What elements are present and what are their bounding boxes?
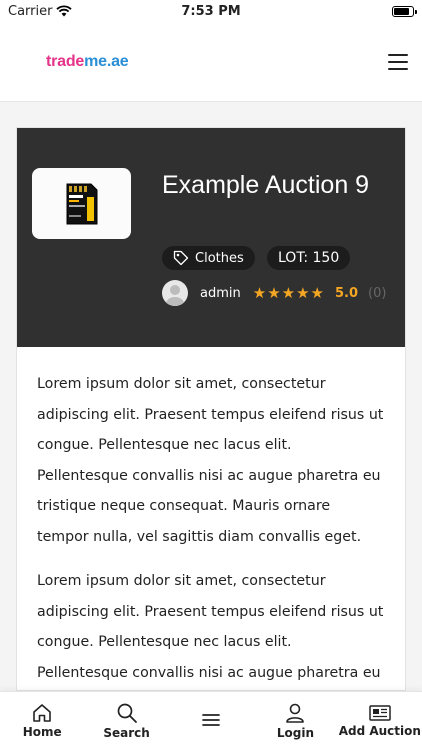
sd-card-icon xyxy=(66,183,97,224)
auction-detail-card: Example Auction 9 Clothes LOT: 150 admin… xyxy=(16,127,406,691)
tag-icon xyxy=(173,250,189,266)
category-chip[interactable]: Clothes xyxy=(162,246,255,270)
app-header: trademe.ae xyxy=(0,22,422,102)
rating-value: 5.0 xyxy=(335,285,359,301)
wifi-icon xyxy=(56,5,73,17)
rating-stars: ★ ★ ★ ★ ★ xyxy=(252,283,324,302)
seller-info[interactable]: admin ★ ★ ★ ★ ★ 5.0 (0) xyxy=(162,280,386,306)
logo-part-me: me.ae xyxy=(84,52,129,70)
description-paragraph: Lorem ipsum dolor sit amet, consectetur … xyxy=(37,376,384,545)
hamburger-line xyxy=(388,53,408,56)
logo-part-trade: trade xyxy=(46,52,85,70)
bottom-navigation: Home Search Login Add Auction xyxy=(0,691,422,750)
auction-hero: Example Auction 9 Clothes LOT: 150 admin… xyxy=(17,128,405,347)
battery-fill xyxy=(394,7,409,15)
nav-home[interactable]: Home xyxy=(0,692,84,750)
nav-login[interactable]: Login xyxy=(253,692,337,750)
star-icon: ★ xyxy=(252,283,267,302)
home-icon xyxy=(33,704,52,722)
user-icon xyxy=(286,703,305,723)
review-count: (0) xyxy=(368,285,387,301)
newspaper-icon xyxy=(369,705,391,721)
nav-home-label: Home xyxy=(22,725,62,739)
nav-add-auction-label: Add Auction xyxy=(338,724,421,738)
nav-add-auction[interactable]: Add Auction xyxy=(338,692,422,750)
auction-thumbnail[interactable] xyxy=(32,168,131,239)
lot-label: LOT: 150 xyxy=(278,250,340,266)
status-bar: Carrier 7:53 PM xyxy=(0,0,422,22)
menu-icon xyxy=(202,714,220,726)
hamburger-menu-icon[interactable] xyxy=(386,52,410,72)
nav-login-label: Login xyxy=(276,726,314,740)
star-icon: ★ xyxy=(310,283,324,302)
lot-chip: LOT: 150 xyxy=(267,246,351,270)
battery-icon xyxy=(392,5,417,17)
carrier-label: Carrier xyxy=(8,3,53,19)
carrier-info: Carrier xyxy=(8,3,73,19)
star-icon: ★ xyxy=(296,283,310,302)
category-label: Clothes xyxy=(195,250,244,266)
nav-menu[interactable] xyxy=(169,692,253,750)
hamburger-line xyxy=(388,67,408,70)
auction-description: Lorem ipsum dolor sit amet, consectetur … xyxy=(17,347,405,690)
avatar xyxy=(162,280,188,306)
search-icon xyxy=(117,703,137,723)
description-paragraph: Lorem ipsum dolor sit amet, consectetur … xyxy=(37,573,384,681)
hamburger-line xyxy=(388,60,408,63)
nav-search-label: Search xyxy=(103,726,150,740)
star-icon: ★ xyxy=(281,283,296,302)
auction-title: Example Auction 9 xyxy=(162,171,370,199)
nav-search[interactable]: Search xyxy=(84,692,168,750)
brand-logo[interactable]: trademe.ae xyxy=(46,53,129,71)
star-icon: ★ xyxy=(267,283,281,302)
seller-name: admin xyxy=(200,285,241,301)
